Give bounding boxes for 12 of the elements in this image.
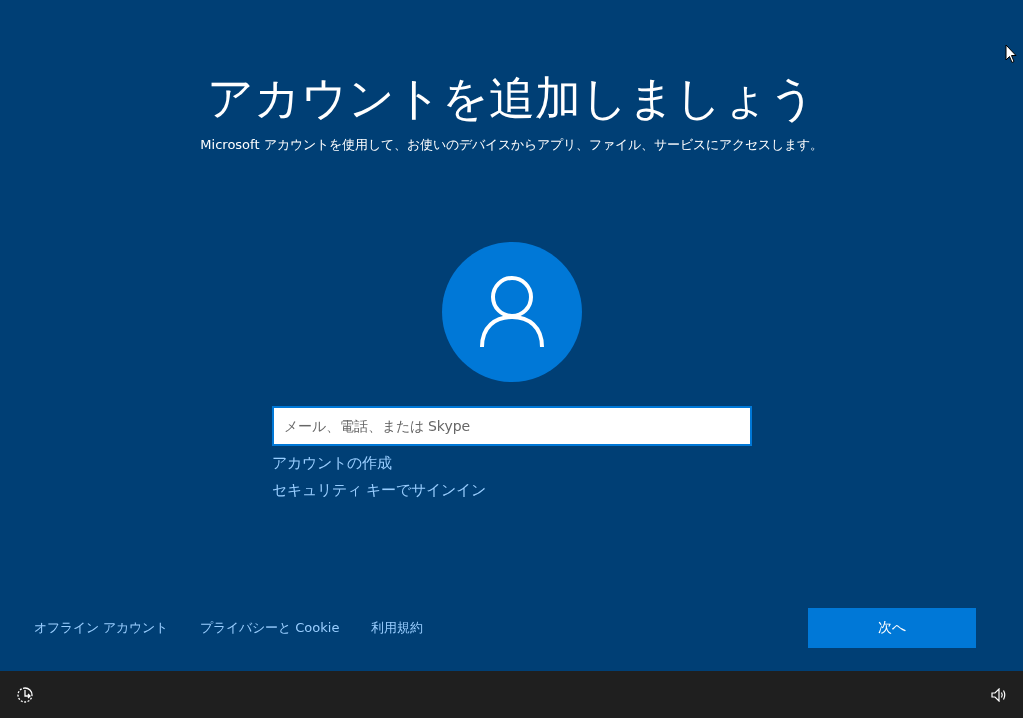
next-button[interactable]: 次へ <box>808 608 976 648</box>
mouse-pointer-icon <box>1005 44 1017 64</box>
sign-in-link[interactable]: アカウントの作成 <box>271 454 392 473</box>
ease-of-access-icon[interactable] <box>16 685 34 704</box>
account-input-field[interactable]: メール、電話、または Skype <box>271 406 752 446</box>
footer-link[interactable]: オフライン アカウント <box>34 619 169 637</box>
footer-link[interactable]: 利用規約 <box>371 619 424 637</box>
volume-icon[interactable] <box>991 687 1007 702</box>
sign-in-link[interactable]: セキュリティ キーでサインイン <box>271 481 487 500</box>
page-subtitle: Microsoft アカウントを使用して、お使いのデバイスからアプリ、ファイル、サービスにアクセスします。 <box>200 136 823 154</box>
footer-link[interactable]: プライバシーと Cookie <box>200 619 340 637</box>
page-title: アカウントを追加しましょう <box>207 70 816 127</box>
